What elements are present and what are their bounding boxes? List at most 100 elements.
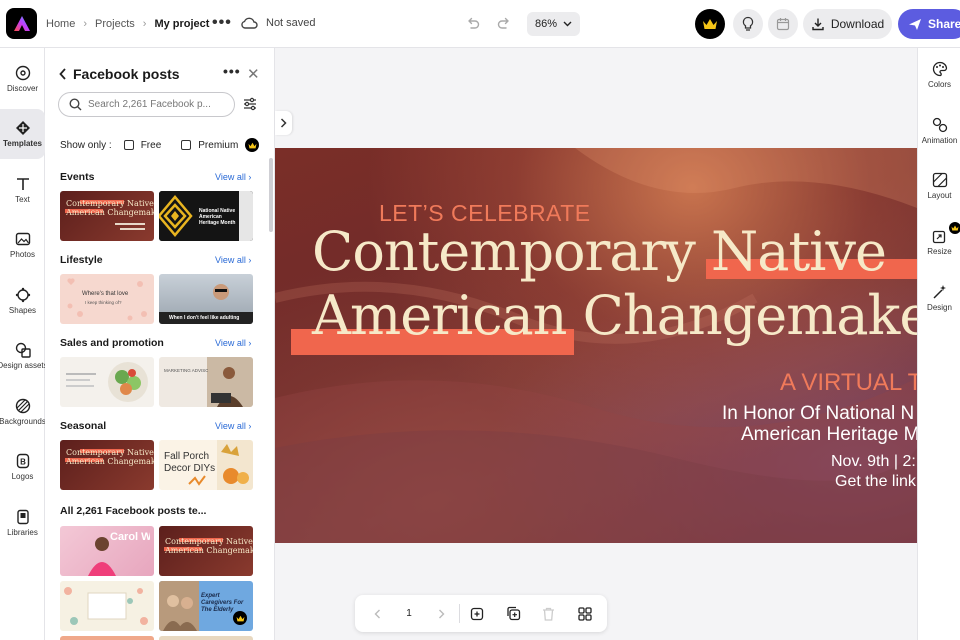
add-page-icon[interactable] [467,595,487,632]
download-label: Download [830,17,885,31]
rail-label: Logos [11,472,34,481]
svg-text:B: B [20,458,26,467]
filter-icon[interactable] [243,97,257,114]
search-input[interactable]: Search 2,261 Facebook p... [58,92,235,117]
template-thumbnail[interactable]: When I don't feel like adulting [159,274,253,324]
premium-crown-button[interactable] [695,9,725,39]
template-thumbnail[interactable] [60,636,154,640]
view-all-link[interactable]: View all › [215,421,251,431]
thumb-text: Contemporary Native [66,448,154,457]
template-thumbnail[interactable]: Contemporary Native American Changemaker… [159,526,253,576]
layout-icon [932,172,947,188]
checkbox[interactable] [181,140,192,150]
canvas-body-line-1[interactable]: In Honor Of National N [722,403,914,425]
more-options-icon[interactable]: ••• [223,63,241,79]
scrollbar[interactable] [269,158,273,232]
rail-item-colors[interactable]: Colors [918,50,960,100]
adobe-express-logo[interactable] [6,8,37,39]
rail-item-design[interactable]: Design [918,273,960,323]
canvas-link-text[interactable]: Get the link [835,473,916,491]
zoom-select[interactable]: 86% [527,12,580,36]
close-icon[interactable]: ✕ [247,65,260,83]
view-all-link[interactable]: View all › [215,255,251,265]
crown-icon [236,615,244,621]
template-thumbnail[interactable]: Contemporary Native American Changemaker… [60,191,154,241]
logo-icon [13,15,30,31]
duplicate-page-icon[interactable] [503,595,523,632]
rail-item-design-assets[interactable]: Design assets [0,331,45,381]
crown-icon [703,19,717,29]
thumb-line [120,228,145,230]
download-button[interactable]: Download [803,9,892,39]
rail-item-templates[interactable]: Templates [0,109,45,159]
back-arrow-icon[interactable] [59,68,67,80]
delete-page-icon[interactable] [538,595,558,632]
template-thumbnail[interactable]: Contemporary Native American Changemaker… [60,440,154,490]
view-all-link[interactable]: View all › [215,172,251,182]
breadcrumb: Home › Projects › My project [46,0,209,48]
thumb-text: MARKETING ADVISORS [164,368,208,373]
template-thumbnail[interactable]: Expert Caregivers For The Elderly [159,581,253,631]
breadcrumb-current[interactable]: My project [154,18,209,30]
libraries-icon [16,509,29,525]
rail-item-layout[interactable]: Layout [918,161,960,211]
template-thumbnail[interactable] [60,581,154,631]
breadcrumb-projects[interactable]: Projects [95,18,135,30]
undo-icon[interactable] [465,15,481,34]
canvas-body-line-2[interactable]: American Heritage M [741,424,917,446]
section-title-lifestyle: Lifestyle [60,254,103,266]
more-options-icon[interactable]: ••• [212,14,232,32]
template-thumbnail[interactable] [60,357,154,407]
section-title-events: Events [60,171,95,183]
templates-panel: Facebook posts ••• ✕ Search 2,261 Facebo… [45,48,275,640]
canvas-subtitle[interactable]: A VIRTUAL T [780,369,917,397]
rail-label: Animation [921,136,958,145]
crown-icon [245,138,260,152]
checkbox[interactable] [123,140,134,150]
photo-icon [15,232,30,246]
filter-free[interactable]: Free [123,140,161,151]
hearts-pattern [67,278,147,321]
design-canvas[interactable]: LET’S CELEBRATE Contemporary Native Amer… [275,148,917,543]
previous-page-icon[interactable] [367,595,387,632]
collapse-panel-button[interactable] [275,111,292,135]
share-button[interactable]: Share [898,9,960,39]
rail-item-photos[interactable]: Photos [0,220,45,270]
thumb-text: Carol Williams [110,532,150,543]
rail-item-backgrounds[interactable]: Backgrounds [0,387,45,437]
rail-item-logos[interactable]: B Logos [0,442,45,492]
template-thumbnail[interactable]: Fall Porch Decor DIYs [159,440,253,490]
rail-label: Photos [10,250,35,259]
redo-icon[interactable] [496,15,512,34]
canvas-date-text[interactable]: Nov. 9th | 2: [831,453,916,471]
rail-item-shapes[interactable]: Shapes [0,276,45,326]
rail-item-animation[interactable]: Animation [918,106,960,156]
schedule-button[interactable] [768,9,798,39]
rail-item-discover[interactable]: Discover [0,54,45,104]
panel-title-text: Facebook posts [73,66,180,82]
premium-badge [233,611,247,625]
thumb-text: I keep thinking of? [85,300,122,305]
template-thumbnail[interactable]: Where's that love I keep thinking of? [60,274,154,324]
template-thumbnail[interactable]: Carol Williams [60,526,154,576]
template-thumbnail[interactable] [159,636,253,640]
panel-title: Facebook posts [59,66,180,82]
canvas-title-line-1[interactable]: Contemporary Native [312,220,887,283]
thumb-text: Contemporary Native [66,199,154,208]
chevron-down-icon [563,21,572,27]
section-title-all: All 2,261 Facebook posts te... [60,505,207,517]
canvas-title-line-2[interactable]: American Changemake [312,284,917,347]
animation-icon [932,117,947,133]
breadcrumb-home[interactable]: Home [46,18,75,30]
thumb-text: American Changemakers [66,457,154,466]
rail-item-libraries[interactable]: Libraries [0,498,45,548]
template-thumbnail[interactable]: MARKETING ADVISORS [159,357,253,407]
rail-item-text[interactable]: Text [0,165,45,215]
inspiration-button[interactable] [733,9,763,39]
template-thumbnail[interactable]: National Native American Heritage Month [159,191,253,241]
filter-premium[interactable]: Premium [181,138,260,152]
grid-view-icon[interactable] [575,595,595,632]
zoom-value: 86% [534,18,558,30]
view-all-link[interactable]: View all › [215,338,251,348]
next-page-icon[interactable] [431,595,451,632]
